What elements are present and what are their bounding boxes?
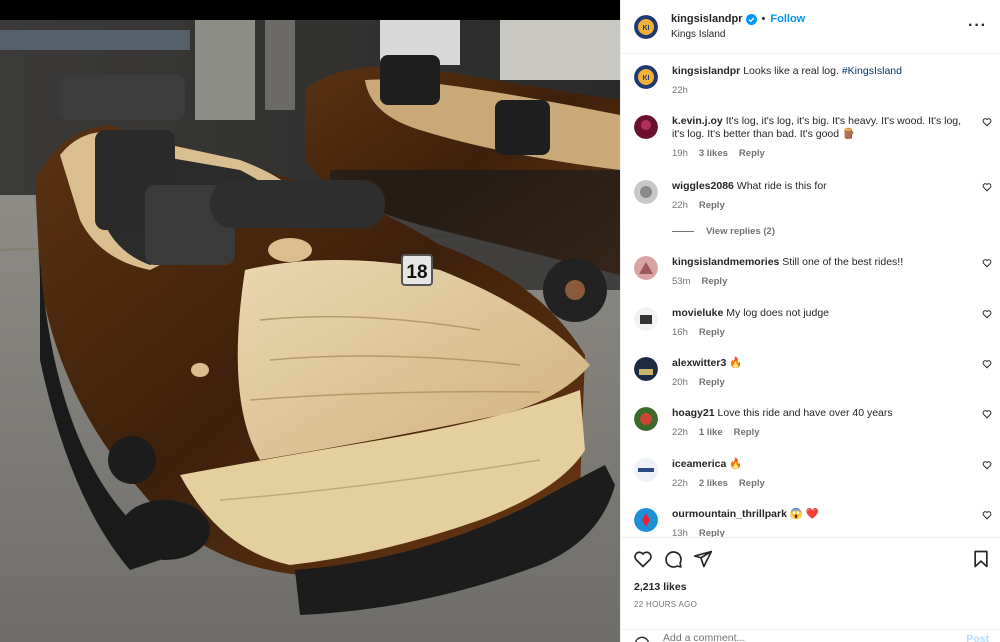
- commenter-avatar[interactable]: [634, 508, 658, 532]
- heart-icon[interactable]: [982, 117, 992, 127]
- heart-icon[interactable]: [982, 359, 992, 369]
- commenter-avatar[interactable]: [634, 180, 658, 204]
- caption-username[interactable]: kingsislandpr: [672, 65, 740, 77]
- comment-text: 🔥: [729, 458, 743, 470]
- log-ride-boat-image: 18: [0, 20, 620, 642]
- comment-time[interactable]: 22h: [672, 199, 688, 212]
- comment-time[interactable]: 53m: [672, 275, 690, 288]
- comment-username[interactable]: movieluke: [672, 307, 723, 319]
- post-details-panel: KI kingsislandpr • Follow Kings Island ·…: [620, 0, 1000, 642]
- view-replies-label: View replies (2): [706, 226, 775, 237]
- reply-button[interactable]: Reply: [699, 527, 725, 537]
- commenter-avatar[interactable]: [634, 407, 658, 431]
- share-icon[interactable]: [693, 549, 713, 569]
- author-username[interactable]: kingsislandpr: [671, 12, 743, 27]
- emoji-icon[interactable]: [634, 636, 650, 642]
- comment-text: Still one of the best rides!!: [782, 256, 904, 268]
- caption-time[interactable]: 22h: [672, 84, 688, 97]
- svg-text:KI: KI: [643, 25, 650, 32]
- reply-button[interactable]: Reply: [734, 426, 760, 439]
- comment-time[interactable]: 22h: [672, 426, 688, 439]
- add-comment-input[interactable]: [663, 632, 943, 642]
- comment-text: What ride is this for: [736, 180, 827, 192]
- reply-button[interactable]: Reply: [739, 477, 765, 490]
- comment-time[interactable]: 16h: [672, 326, 688, 339]
- separator-dot: •: [761, 12, 766, 25]
- comment-text: 🔥: [729, 357, 743, 369]
- comment-likes[interactable]: 1 like: [699, 426, 723, 439]
- post-location[interactable]: Kings Island: [671, 27, 805, 42]
- comment-username[interactable]: alexwitter3: [672, 357, 726, 369]
- comment-text: My log does not judge: [726, 307, 830, 319]
- post-comment-button[interactable]: Post: [966, 633, 989, 642]
- heart-icon[interactable]: [982, 309, 992, 319]
- author-avatar[interactable]: KI: [634, 14, 658, 39]
- heart-icon[interactable]: [982, 460, 992, 470]
- reply-button[interactable]: Reply: [699, 376, 725, 389]
- comment-text: Love this ride and have over 40 years: [717, 407, 893, 419]
- caption-hashtag[interactable]: #KingsIsland: [842, 65, 902, 77]
- commenter-avatar[interactable]: [634, 307, 658, 331]
- post-header: KI kingsislandpr • Follow Kings Island ·…: [621, 0, 1000, 54]
- add-comment-bar: Post: [621, 629, 1000, 642]
- comment-time[interactable]: 19h: [672, 147, 688, 160]
- more-options-icon[interactable]: ···: [968, 17, 987, 35]
- commenter-avatar[interactable]: [634, 115, 658, 139]
- heart-icon[interactable]: [982, 510, 992, 520]
- comment-likes[interactable]: 2 likes: [699, 477, 728, 490]
- likes-count[interactable]: 2,213 likes: [634, 581, 687, 593]
- like-heart-icon[interactable]: [633, 549, 653, 569]
- comment-username[interactable]: k.evin.j.oy: [672, 115, 723, 127]
- comment-time[interactable]: 22h: [672, 477, 688, 490]
- post-photo[interactable]: 18: [0, 0, 620, 642]
- comment-text: 😱 ❤️: [789, 508, 819, 520]
- heart-icon[interactable]: [982, 182, 992, 192]
- number-plate-text: 18: [406, 262, 427, 283]
- reply-button[interactable]: Reply: [699, 326, 725, 339]
- reply-button[interactable]: Reply: [699, 199, 725, 212]
- view-replies-button[interactable]: View replies (2): [672, 226, 775, 237]
- commenter-avatar[interactable]: [634, 458, 658, 482]
- heart-icon[interactable]: [982, 258, 992, 268]
- comment-username[interactable]: iceamerica: [672, 458, 726, 470]
- comment-icon[interactable]: [663, 549, 683, 569]
- heart-icon[interactable]: [982, 409, 992, 419]
- comment-username[interactable]: hoagy21: [672, 407, 715, 419]
- post-timestamp[interactable]: 22 HOURS AGO: [634, 600, 697, 609]
- reply-button[interactable]: Reply: [701, 275, 727, 288]
- commenter-avatar[interactable]: [634, 357, 658, 381]
- follow-button[interactable]: Follow: [770, 12, 805, 27]
- caption-text: Looks like a real log.: [743, 65, 839, 77]
- svg-text:KI: KI: [643, 75, 650, 82]
- view-replies-line: [672, 231, 694, 232]
- comment-username[interactable]: kingsislandmemories: [672, 256, 779, 268]
- comments-list[interactable]: KI kingsislandpr Looks like a real log. …: [621, 55, 1000, 537]
- comment-time[interactable]: 13h: [672, 527, 688, 537]
- verified-badge-icon: [745, 13, 757, 25]
- comment-time[interactable]: 20h: [672, 376, 688, 389]
- post-actions-bar: 2,213 likes 22 HOURS AGO Post: [621, 537, 1000, 642]
- comment-likes[interactable]: 3 likes: [699, 147, 728, 160]
- bookmark-icon[interactable]: [971, 549, 991, 569]
- commenter-avatar[interactable]: [634, 256, 658, 280]
- reply-button[interactable]: Reply: [739, 147, 765, 160]
- author-avatar[interactable]: KI: [634, 65, 658, 89]
- comment-username[interactable]: wiggles2086: [672, 180, 734, 192]
- comment-username[interactable]: ourmountain_thrillpark: [672, 508, 787, 520]
